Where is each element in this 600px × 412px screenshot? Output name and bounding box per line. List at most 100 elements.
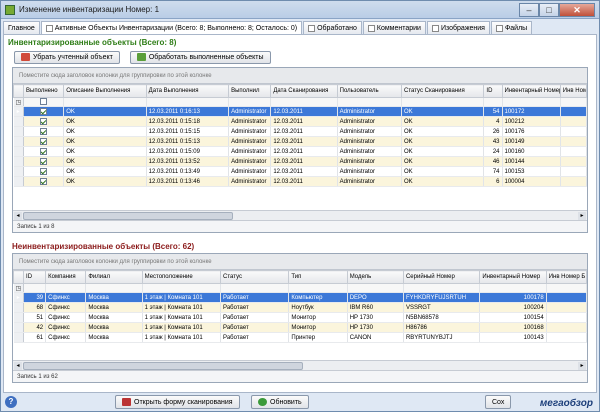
performed-by-cell[interactable]: Administrator [228, 136, 272, 147]
branch-cell[interactable]: Москва [85, 292, 143, 303]
id-cell[interactable]: 39 [23, 292, 47, 303]
done-checkbox[interactable] [23, 116, 65, 127]
branch-cell[interactable]: Москва [85, 332, 143, 343]
inventory-number-cell[interactable]: 100204 [479, 302, 547, 313]
row-indicator[interactable]: ▸ [13, 106, 25, 117]
checkbox-checked-icon[interactable] [40, 147, 48, 155]
id-cell[interactable]: 43 [483, 136, 503, 147]
description-cell[interactable]: OK [63, 176, 147, 187]
inventory-number-cell[interactable]: 100149 [502, 136, 561, 147]
id-cell[interactable]: 54 [483, 106, 503, 117]
type-cell[interactable]: Компьютер [288, 292, 348, 303]
scan-status-cell[interactable]: OK [401, 156, 485, 167]
location-cell[interactable]: 1 этаж | Комната 101 [142, 322, 222, 333]
type-cell[interactable]: Монитор [288, 322, 348, 333]
tab-comments[interactable]: Комментарии [362, 21, 426, 35]
id-cell[interactable]: 68 [23, 302, 47, 313]
row-indicator[interactable] [13, 136, 25, 147]
performed-by-cell[interactable]: Administrator [228, 146, 272, 157]
date-done-cell[interactable]: 12.03.2011 0:15:09 [146, 146, 230, 157]
scroll-right-icon[interactable]: ▸ [578, 212, 586, 220]
table-row[interactable]: OK 12.03.2011 0:13:49 Administrator 12.03.2… [13, 166, 588, 177]
inv-number-extra-cell[interactable] [560, 146, 588, 157]
inventory-number-cell[interactable]: 100172 [502, 106, 561, 117]
inv-number-extra-cell[interactable] [560, 126, 588, 137]
date-done-cell[interactable]: 12.03.2011 0:13:52 [146, 156, 230, 167]
description-cell[interactable]: OK [63, 116, 147, 127]
scan-date-cell[interactable]: 12.03.2011 [270, 136, 338, 147]
tab-main[interactable]: Главное [3, 21, 40, 35]
model-cell[interactable]: CANON [347, 332, 404, 343]
column-header[interactable]: Инв Ном [559, 84, 588, 98]
user-cell[interactable]: Administrator [337, 116, 402, 127]
filter-row[interactable]: ◳ [13, 97, 588, 107]
inventory-number-cell[interactable]: 100143 [479, 332, 547, 343]
user-cell[interactable]: Administrator [337, 156, 402, 167]
description-cell[interactable]: OK [63, 166, 147, 177]
description-cell[interactable]: OK [63, 156, 147, 167]
save-button[interactable]: Сох [485, 395, 512, 409]
checkbox-checked-icon[interactable] [40, 167, 48, 175]
scroll-thumb[interactable] [23, 362, 303, 370]
serial-number-cell[interactable]: VSSRGT [403, 302, 481, 313]
serial-number-cell[interactable]: RBYRTUNYBJTJ [403, 332, 481, 343]
column-header[interactable]: Инвентарный Номер [501, 84, 561, 98]
model-cell[interactable]: HP 1730 [347, 312, 404, 323]
inventory-number-cell[interactable]: 100212 [502, 116, 561, 127]
column-header[interactable]: Выполнил [228, 84, 272, 98]
location-cell[interactable]: 1 этаж | Комната 101 [142, 332, 222, 343]
company-cell[interactable]: Сфинкс [45, 312, 87, 323]
column-header[interactable]: Выполнено [23, 84, 65, 98]
table-row[interactable]: 61 Сфинкс Москва 1 этаж | Комната 101 Работа… [13, 332, 588, 343]
column-header[interactable]: Статус [220, 270, 290, 284]
status-cell[interactable]: Работает [220, 292, 290, 303]
done-checkbox[interactable] [23, 166, 65, 177]
user-cell[interactable]: Administrator [337, 176, 402, 187]
horizontal-scrollbar[interactable]: ◂ ▸ [13, 360, 587, 370]
serial-number-cell[interactable]: FYHKDRYFUJSRTUH [403, 292, 481, 303]
id-cell[interactable]: 6 [483, 176, 503, 187]
date-done-cell[interactable]: 12.03.2011 0:15:18 [146, 116, 230, 127]
status-cell[interactable]: Работает [220, 332, 290, 343]
inv-number-extra-cell[interactable] [560, 166, 588, 177]
date-done-cell[interactable]: 12.03.2011 0:13:49 [146, 166, 230, 177]
row-indicator[interactable] [13, 322, 25, 333]
row-indicator[interactable] [13, 146, 25, 157]
inventory-number-cell[interactable]: 100004 [502, 176, 561, 187]
row-indicator[interactable]: ▸ [13, 292, 25, 303]
model-cell[interactable]: DEPO [347, 292, 404, 303]
done-checkbox[interactable] [23, 126, 65, 137]
table-row[interactable]: OK 12.03.2011 0:15:15 Administrator 12.03.2… [13, 126, 588, 137]
group-panel[interactable]: Поместите сюда заголовок колонки для гру… [13, 68, 587, 84]
scan-date-cell[interactable]: 12.03.2011 [270, 106, 338, 117]
done-checkbox[interactable] [23, 136, 65, 147]
user-cell[interactable]: Administrator [337, 166, 402, 177]
id-cell[interactable]: 74 [483, 166, 503, 177]
checkbox-checked-icon[interactable] [40, 137, 48, 145]
row-indicator[interactable] [13, 166, 25, 177]
model-cell[interactable]: IBM R60 [347, 302, 404, 313]
table-row[interactable]: OK 12.03.2011 0:15:09 Administrator 12.03.2… [13, 146, 588, 157]
filter-checkbox[interactable] [40, 98, 48, 106]
scan-date-cell[interactable]: 12.03.2011 [270, 166, 338, 177]
status-cell[interactable]: Работает [220, 312, 290, 323]
inv-number-extra-cell[interactable] [546, 302, 588, 313]
horizontal-scrollbar[interactable]: ◂ ▸ [13, 210, 587, 220]
description-cell[interactable]: OK [63, 146, 147, 157]
scan-status-cell[interactable]: OK [401, 146, 485, 157]
inventory-number-cell[interactable]: 100178 [479, 292, 547, 303]
group-panel[interactable]: Поместите сюда заголовок колонки для гру… [13, 254, 587, 270]
inventory-number-cell[interactable]: 100154 [479, 312, 547, 323]
tab-processed[interactable]: Обработано [303, 21, 362, 35]
inventory-number-cell[interactable]: 100144 [502, 156, 561, 167]
id-cell[interactable]: 26 [483, 126, 503, 137]
id-cell[interactable]: 4 [483, 116, 503, 127]
row-indicator[interactable] [13, 126, 25, 137]
company-cell[interactable]: Сфинкс [45, 332, 87, 343]
scroll-left-icon[interactable]: ◂ [14, 212, 22, 220]
id-cell[interactable]: 51 [23, 312, 47, 323]
done-checkbox[interactable] [23, 176, 65, 187]
inv-number-extra-cell[interactable] [546, 322, 588, 333]
performed-by-cell[interactable]: Administrator [228, 176, 272, 187]
column-header[interactable]: Инв Номер Б [545, 270, 588, 284]
